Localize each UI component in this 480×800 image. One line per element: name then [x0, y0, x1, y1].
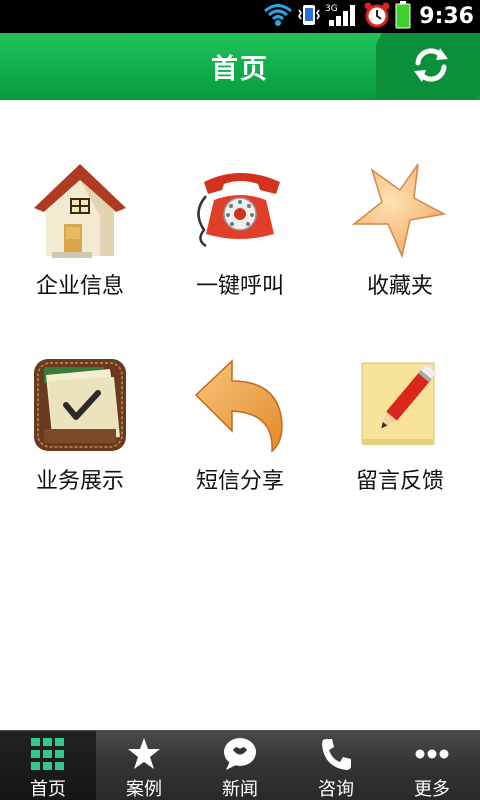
tile-label: 短信分享 — [195, 469, 284, 494]
alarm-icon — [363, 1, 391, 33]
network-type: 3G — [325, 4, 338, 14]
tile-label: 企业信息 — [35, 274, 124, 299]
tab-label: 咨询 — [318, 779, 354, 800]
tile-one-key-call[interactable]: 一键呼叫 — [160, 160, 320, 320]
house-icon — [30, 160, 130, 260]
app-screen: 3G 9:36 首页 企业信息 一键呼叫 收藏夹 业务展示 短信分享 留言反馈 … — [0, 0, 480, 800]
tile-sms-share[interactable]: 短信分享 — [160, 355, 320, 515]
tile-label: 留言反馈 — [355, 469, 444, 494]
share-arrow-icon — [190, 355, 290, 455]
refresh-icon — [410, 45, 452, 89]
chat-bubble-icon — [222, 737, 258, 771]
tab-label: 新闻 — [222, 779, 258, 800]
tile-company-info[interactable]: 企业信息 — [0, 160, 160, 320]
status-time: 9:36 — [419, 4, 474, 29]
star-icon — [350, 160, 450, 260]
tab-consult[interactable]: 咨询 — [288, 731, 384, 800]
header-bar: 首页 — [0, 33, 480, 100]
tab-label: 案例 — [126, 779, 162, 800]
more-dots-icon — [414, 737, 450, 771]
checklist-icon — [30, 355, 130, 455]
bottom-tab-bar: 首页 案例 新闻 咨询 更多 — [0, 730, 480, 800]
grid-icon — [30, 737, 66, 771]
wifi-icon — [263, 2, 293, 32]
signal-icon: 3G — [325, 2, 359, 32]
feature-grid: 企业信息 一键呼叫 收藏夹 业务展示 短信分享 留言反馈 — [0, 100, 480, 730]
tile-label: 一键呼叫 — [195, 274, 284, 299]
tile-label: 业务展示 — [35, 469, 124, 494]
tab-news[interactable]: 新闻 — [192, 731, 288, 800]
note-pencil-icon — [350, 355, 450, 455]
tile-favorites[interactable]: 收藏夹 — [320, 160, 480, 320]
vibrate-icon — [297, 2, 321, 32]
tile-feedback[interactable]: 留言反馈 — [320, 355, 480, 515]
tab-cases[interactable]: 案例 — [96, 731, 192, 800]
tab-more[interactable]: 更多 — [384, 731, 480, 800]
tile-business-showcase[interactable]: 业务展示 — [0, 355, 160, 515]
tab-label: 更多 — [414, 779, 450, 800]
telephone-icon — [190, 160, 290, 260]
battery-icon — [395, 0, 411, 33]
phone-handset-icon — [318, 737, 354, 771]
tile-label: 收藏夹 — [366, 274, 433, 299]
star-icon — [126, 737, 162, 771]
refresh-button[interactable] — [408, 45, 454, 89]
tab-label: 首页 — [30, 779, 66, 800]
status-bar: 3G 9:36 — [0, 0, 480, 33]
tab-home[interactable]: 首页 — [0, 731, 96, 800]
status-icons: 3G 9:36 — [263, 0, 474, 33]
refresh-area — [376, 33, 480, 100]
